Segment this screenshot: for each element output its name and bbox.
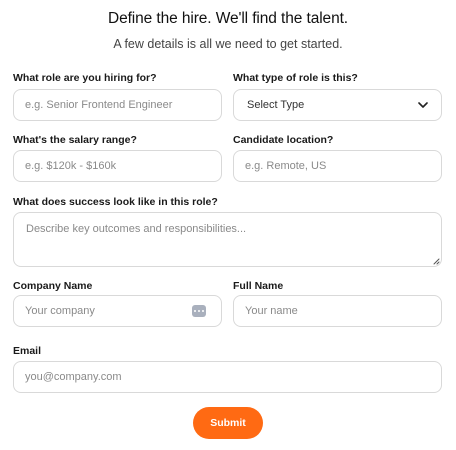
autofill-dots-icon[interactable] [192,305,206,317]
role-label: What role are you hiring for? [13,72,157,84]
success-textarea[interactable] [13,212,442,267]
full-name-label: Full Name [233,280,284,292]
role-type-label: What type of role is this? [233,72,358,84]
page-subtitle: A few details is all we need to get star… [113,37,343,51]
role-type-select[interactable]: Select Type [233,89,442,121]
salary-label: What's the salary range? [13,134,137,146]
email-label: Email [13,345,42,357]
email-input[interactable] [13,361,442,393]
location-label: Candidate location? [233,134,334,146]
page-title: Define the hire. We'll find the talent. [107,10,349,27]
success-label: What does success look like in this role… [13,196,218,208]
location-input[interactable] [233,150,442,182]
chevron-down-icon [418,102,428,108]
company-input[interactable] [13,295,222,327]
submit-button[interactable]: Submit [193,407,263,439]
salary-input[interactable] [13,150,222,182]
role-input[interactable] [13,89,222,121]
role-type-selected-value: Select Type [247,99,305,111]
full-name-input[interactable] [233,295,442,327]
resize-grip-icon[interactable] [432,257,440,265]
company-label: Company Name [13,280,93,292]
